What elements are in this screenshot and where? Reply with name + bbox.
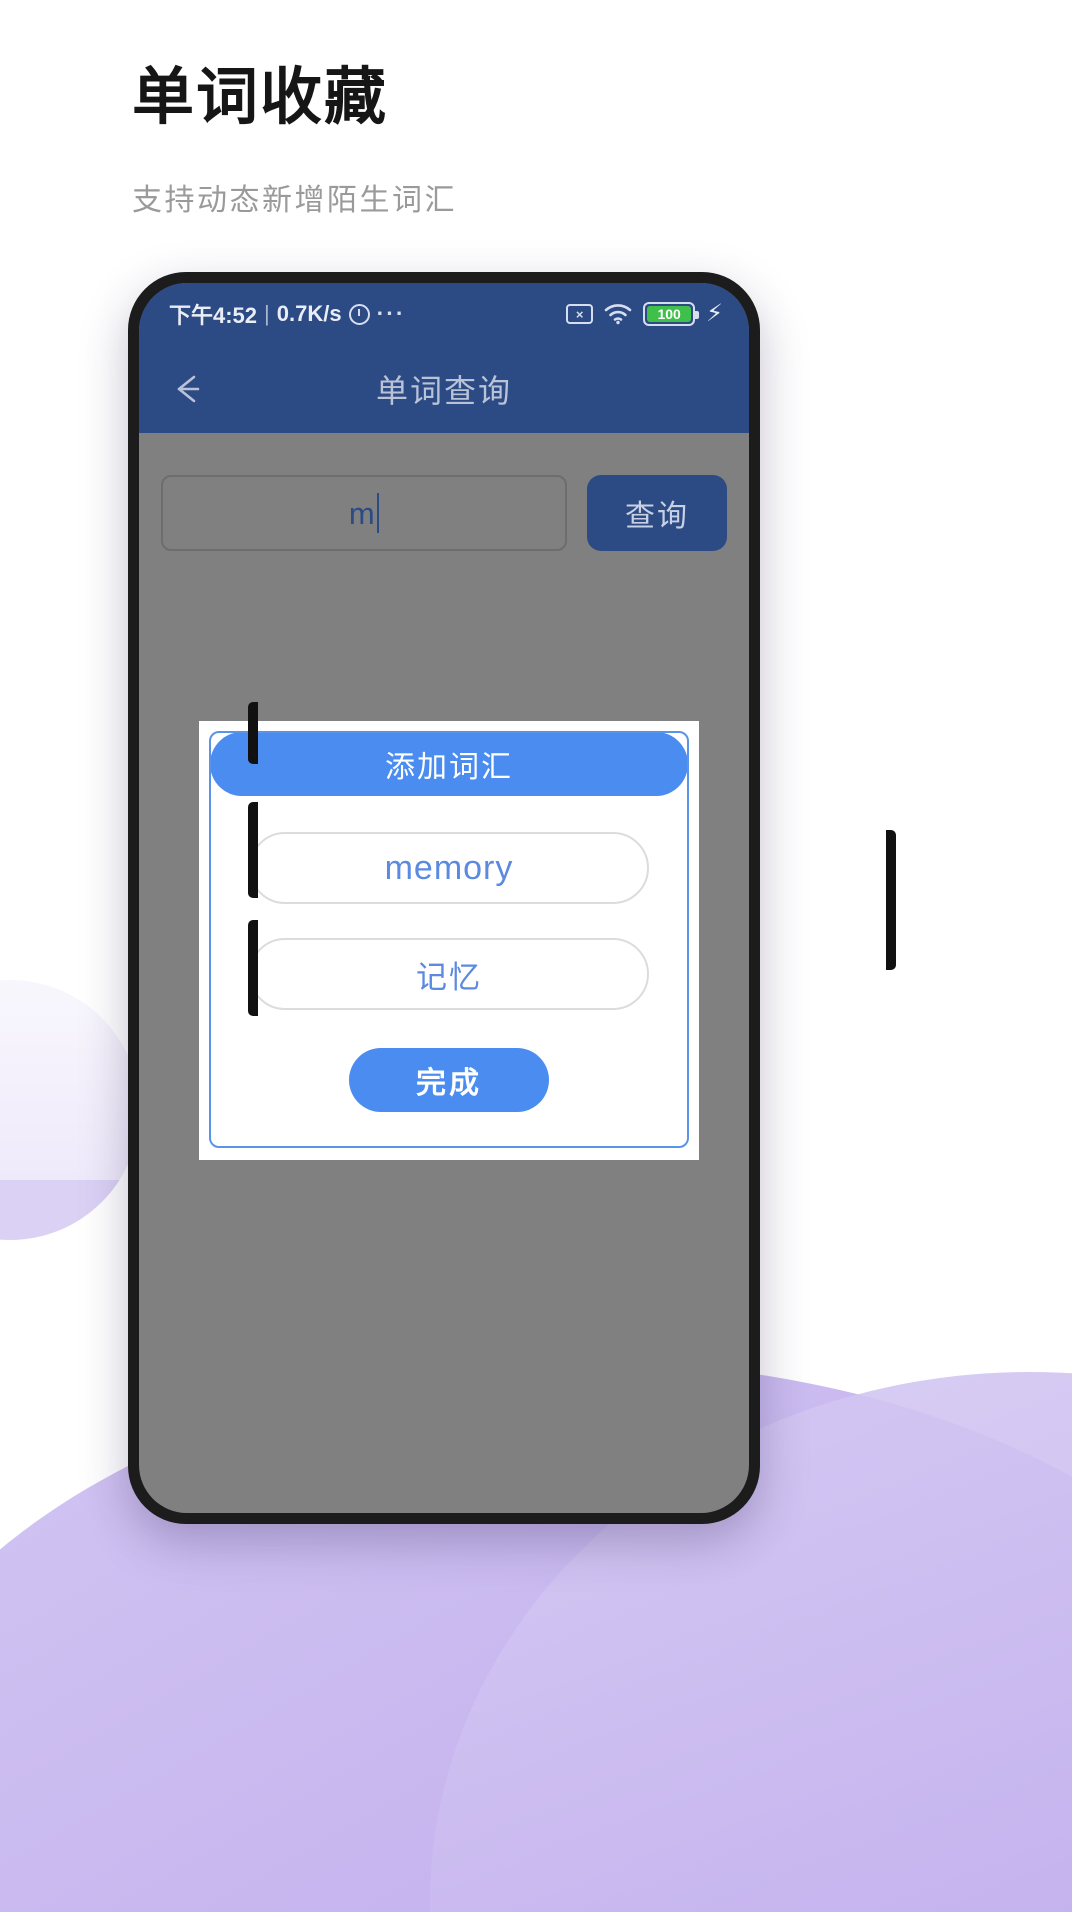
alarm-clock-icon bbox=[348, 303, 370, 325]
text-cursor bbox=[376, 493, 380, 533]
search-row: m 查询 bbox=[139, 433, 749, 551]
phone-side-button-left-2 bbox=[248, 802, 258, 898]
status-network-speed: 0.7K/s bbox=[276, 301, 342, 326]
dialog-panel: 添加词汇 memory 记忆 完成 bbox=[209, 731, 689, 1148]
search-input[interactable]: m bbox=[161, 475, 567, 551]
page-title: 单词收藏 bbox=[132, 63, 389, 132]
more-dots-icon: ··· bbox=[376, 300, 406, 327]
app-bar: 单词查询 bbox=[139, 345, 749, 433]
status-bar-left: 下午4:52 | 0.7K/s ··· bbox=[169, 298, 406, 330]
no-sim-icon: × bbox=[566, 304, 594, 324]
status-bar-right: × 100 ⚡ bbox=[566, 302, 723, 326]
word-input-value: memory bbox=[384, 848, 514, 887]
meaning-input[interactable]: 记忆 bbox=[249, 938, 649, 1010]
meaning-input-value: 记忆 bbox=[416, 959, 482, 995]
battery-icon: 100 bbox=[643, 302, 700, 326]
app-bar-title: 单词查询 bbox=[375, 373, 512, 409]
status-time: 下午4:52 bbox=[169, 303, 258, 328]
dialog-body: memory 记忆 完成 bbox=[211, 796, 687, 1146]
charging-bolt-icon: ⚡ bbox=[706, 300, 723, 327]
add-word-dialog: 添加词汇 memory 记忆 完成 bbox=[199, 721, 699, 1160]
phone-side-button-right-1 bbox=[886, 830, 896, 970]
word-input[interactable]: memory bbox=[249, 832, 649, 904]
status-separator: | bbox=[264, 301, 270, 326]
back-arrow-icon[interactable] bbox=[165, 366, 211, 412]
status-bar: 下午4:52 | 0.7K/s ··· × 100 ⚡ bbox=[139, 283, 749, 345]
page-subtitle: 支持动态新增陌生词汇 bbox=[132, 184, 457, 218]
search-input-value: m bbox=[348, 495, 375, 531]
phone-side-button-left-3 bbox=[248, 920, 258, 1016]
wifi-icon bbox=[604, 303, 632, 325]
phone-side-button-left-1 bbox=[248, 702, 258, 764]
page-header: 单词收藏 支持动态新增陌生词汇 bbox=[132, 62, 457, 219]
done-button[interactable]: 完成 bbox=[349, 1048, 549, 1112]
phone-screen: 下午4:52 | 0.7K/s ··· × 100 ⚡ 单词查询 m 查询 添加… bbox=[139, 283, 749, 1513]
search-button[interactable]: 查询 bbox=[587, 475, 727, 551]
dialog-title: 添加词汇 bbox=[211, 733, 687, 796]
battery-level-text: 100 bbox=[647, 306, 692, 322]
phone-mockup: 下午4:52 | 0.7K/s ··· × 100 ⚡ 单词查询 m 查询 添加… bbox=[128, 272, 896, 1524]
